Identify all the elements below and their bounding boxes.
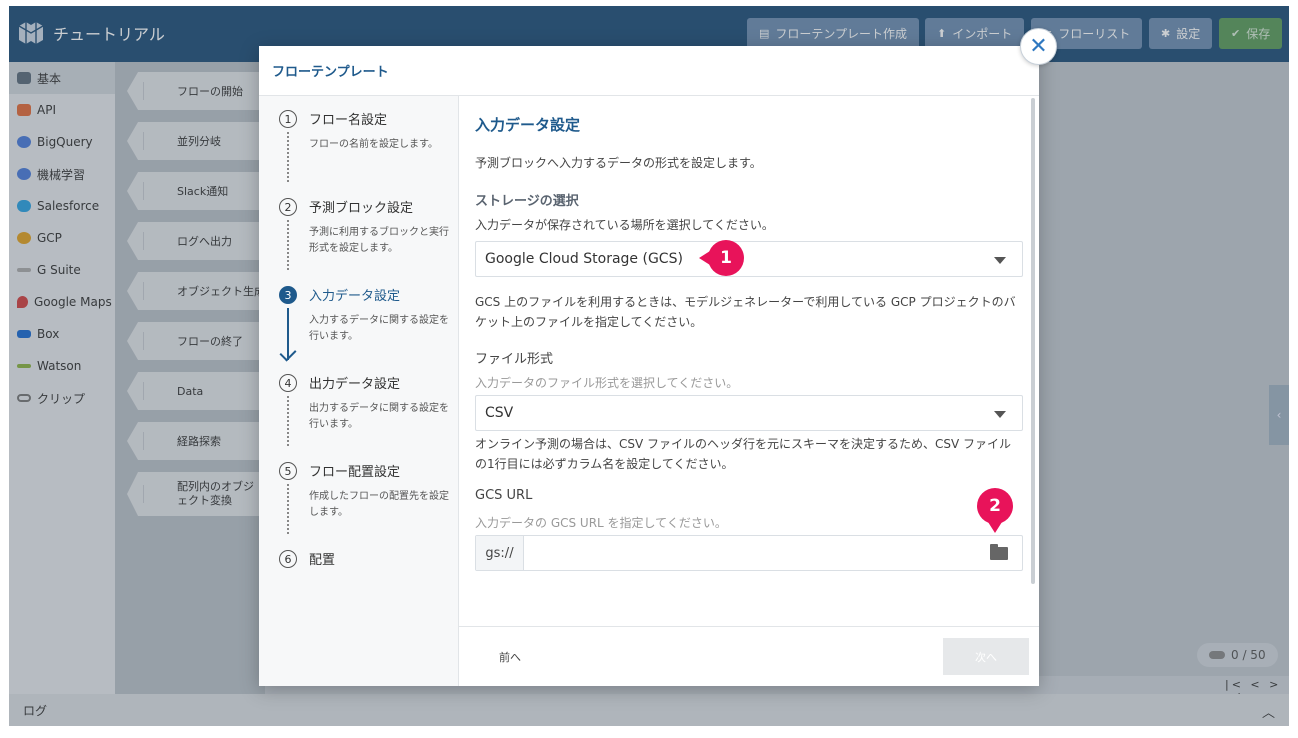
gcs-note: GCS 上のファイルを利用するときは、モデルジェネレーターで利用している GCP… <box>475 295 1016 329</box>
file-format-select[interactable]: CSV <box>475 395 1023 431</box>
csv-note: オンライン予測の場合は、CSV ファイルのヘッダ行を元にスキーマを決定するため、… <box>475 437 1012 471</box>
storage-heading: ストレージの選択 <box>475 194 579 209</box>
section-intro: 予測ブロックへ入力するデータの形式を設定します。 <box>475 156 762 170</box>
gcs-url-label: GCS URL <box>475 488 533 503</box>
gcs-url-prefix: gs:// <box>476 536 524 570</box>
caret-down-icon <box>994 411 1006 418</box>
next-button[interactable]: 次へ <box>943 638 1029 675</box>
caret-down-icon <box>994 257 1006 264</box>
gcs-url-input[interactable]: gs:// <box>475 535 1023 571</box>
step-connector <box>287 220 289 270</box>
arrow-down-icon <box>279 344 297 362</box>
prev-button[interactable]: 前へ <box>499 649 521 665</box>
callout-marker-1: 1 <box>699 240 744 276</box>
flow-template-dialog: フローテンプレート 1 フロー名設定 フローの名前を設定します。 2 予測ブロッ… <box>259 46 1039 686</box>
step-list: 1 フロー名設定 フローの名前を設定します。 2 予測ブロック設定 予測に利用す… <box>259 96 459 686</box>
section-title: 入力データ設定 <box>475 116 581 134</box>
dialog-footer: 前へ 次へ <box>459 626 1039 686</box>
dialog-title: フローテンプレート <box>259 46 1039 96</box>
step-connector <box>287 396 289 446</box>
content-scrollbar[interactable] <box>1031 98 1035 584</box>
step-connector <box>287 484 289 534</box>
format-hint: 入力データのファイル形式を選択してください。 <box>475 376 739 390</box>
storage-hint: 入力データが保存されている場所を選択してください。 <box>475 218 774 232</box>
close-dialog-button[interactable]: ✕ <box>1020 28 1057 65</box>
close-icon: ✕ <box>1029 34 1048 59</box>
format-label: ファイル形式 <box>475 352 554 367</box>
folder-icon[interactable] <box>990 544 1008 560</box>
step-content: 入力データ設定 予測ブロックへ入力するデータの形式を設定します。 ストレージの選… <box>459 96 1039 626</box>
storage-select[interactable]: Google Cloud Storage (GCS) <box>475 241 1023 277</box>
step-connector <box>287 132 289 182</box>
callout-marker-2: 2 <box>977 488 1013 533</box>
gcs-url-hint: 入力データの GCS URL を指定してください。 <box>475 516 727 530</box>
